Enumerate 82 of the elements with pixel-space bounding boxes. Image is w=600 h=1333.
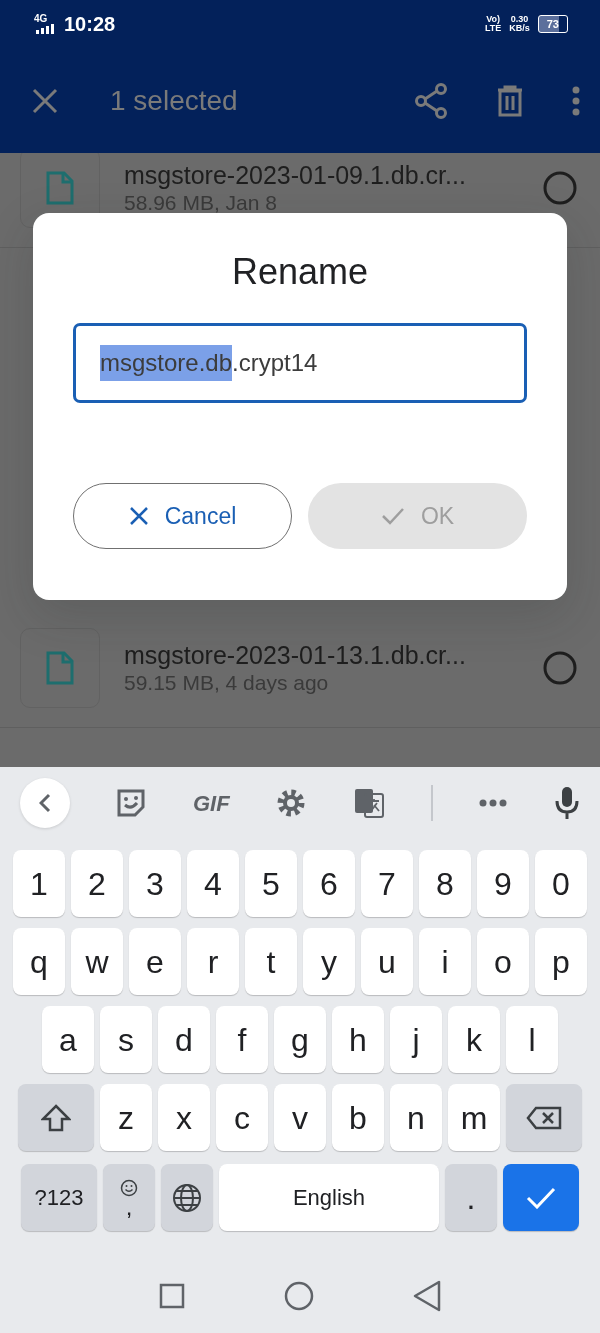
keyboard-key[interactable]: o <box>477 928 529 995</box>
space-bar[interactable]: English <box>219 1164 439 1231</box>
symbols-key[interactable]: ?123 <box>21 1164 97 1231</box>
file-icon <box>46 170 74 205</box>
keyboard-key[interactable]: d <box>158 1006 210 1073</box>
gif-button[interactable]: GIF <box>192 786 230 820</box>
battery-indicator: 73 <box>537 14 568 34</box>
backspace-key[interactable] <box>506 1084 582 1151</box>
shift-key[interactable] <box>18 1084 94 1151</box>
speed-unit: KB/s <box>509 24 530 33</box>
keyboard-key[interactable]: 1 <box>13 850 65 917</box>
keyboard-key[interactable]: 7 <box>361 850 413 917</box>
radio-button[interactable] <box>542 169 578 206</box>
keyboard-key[interactable]: 2 <box>71 850 123 917</box>
lte-label: LTE <box>484 24 502 33</box>
keyboard-key[interactable]: l <box>506 1006 558 1073</box>
share-icon[interactable] <box>414 82 448 119</box>
emoji-icon <box>120 1178 138 1197</box>
keyboard-key[interactable]: 8 <box>419 850 471 917</box>
keyboard-key[interactable]: b <box>332 1084 384 1151</box>
keyboard-key[interactable]: z <box>100 1084 152 1151</box>
keyboard-key[interactable]: q <box>13 928 65 995</box>
keyboard-key[interactable]: f <box>216 1006 268 1073</box>
check-icon <box>526 1186 556 1209</box>
keyboard-key[interactable]: j <box>390 1006 442 1073</box>
keyboard-key[interactable]: a <box>42 1006 94 1073</box>
home-icon[interactable] <box>284 1280 314 1311</box>
clock: 10:28 <box>64 12 116 37</box>
enter-key[interactable] <box>503 1164 579 1231</box>
keyboard-key[interactable]: y <box>303 928 355 995</box>
keyboard-key[interactable]: p <box>535 928 587 995</box>
file-icon <box>46 650 74 685</box>
keyboard-key[interactable]: r <box>187 928 239 995</box>
keyboard-key[interactable]: g <box>274 1006 326 1073</box>
cancel-button[interactable]: Cancel <box>73 483 292 549</box>
settings-icon[interactable] <box>276 788 307 818</box>
dialog-title: Rename <box>230 250 370 294</box>
keyboard-key[interactable]: u <box>361 928 413 995</box>
keyboard-key[interactable]: w <box>71 928 123 995</box>
keyboard-key[interactable]: 6 <box>303 850 355 917</box>
keyboard-key[interactable]: 0 <box>535 850 587 917</box>
file-tile[interactable] <box>20 627 100 708</box>
emoji-comma-key[interactable]: , <box>103 1164 155 1231</box>
delete-icon[interactable] <box>496 84 524 117</box>
keyboard-key[interactable]: i <box>419 928 471 995</box>
keyboard-key[interactable]: 4 <box>187 850 239 917</box>
sticker-icon[interactable] <box>116 788 147 818</box>
file-name: msgstore-2023-01-13.1.db.cr... <box>124 639 467 670</box>
microphone-icon[interactable] <box>553 786 580 820</box>
shift-icon <box>41 1103 71 1132</box>
keyboard-key[interactable]: 5 <box>245 850 297 917</box>
volte-label: Vo) <box>486 15 500 24</box>
keyboard-key[interactable]: 3 <box>129 850 181 917</box>
network-type: 4G <box>34 14 49 24</box>
more-icon[interactable] <box>479 799 508 807</box>
keyboard-key[interactable]: s <box>100 1006 152 1073</box>
close-icon <box>128 506 149 526</box>
language-key[interactable] <box>161 1164 213 1231</box>
keyboard-key[interactable]: t <box>245 928 297 995</box>
square-icon[interactable] <box>159 1282 186 1309</box>
keyboard-key[interactable]: n <box>390 1084 442 1151</box>
translate-icon[interactable] <box>352 787 385 819</box>
keyboard-key[interactable]: . <box>445 1164 497 1231</box>
keyboard-key[interactable]: 9 <box>477 850 529 917</box>
selection-count: 1 selected <box>110 83 239 118</box>
input-field[interactable]: msgstore.db.crypt14 <box>73 323 527 403</box>
keyboard-key[interactable]: c <box>216 1084 268 1151</box>
file-name: msgstore-2023-01-09.1.db.cr... <box>124 159 467 190</box>
check-icon <box>380 507 405 525</box>
keyboard-key[interactable]: h <box>332 1006 384 1073</box>
more-icon[interactable] <box>572 85 580 116</box>
back-icon[interactable] <box>412 1279 441 1312</box>
radio-button[interactable] <box>542 649 578 686</box>
chevron-left-icon <box>39 793 51 813</box>
keyboard-key[interactable]: m <box>448 1084 500 1151</box>
backspace-icon <box>526 1105 562 1130</box>
keyboard-key[interactable]: k <box>448 1006 500 1073</box>
network-speed: 0.30 <box>510 15 529 24</box>
keyboard-key[interactable]: x <box>158 1084 210 1151</box>
globe-icon <box>172 1182 202 1213</box>
keyboard-key[interactable]: e <box>129 928 181 995</box>
keyboard-key[interactable]: v <box>274 1084 326 1151</box>
